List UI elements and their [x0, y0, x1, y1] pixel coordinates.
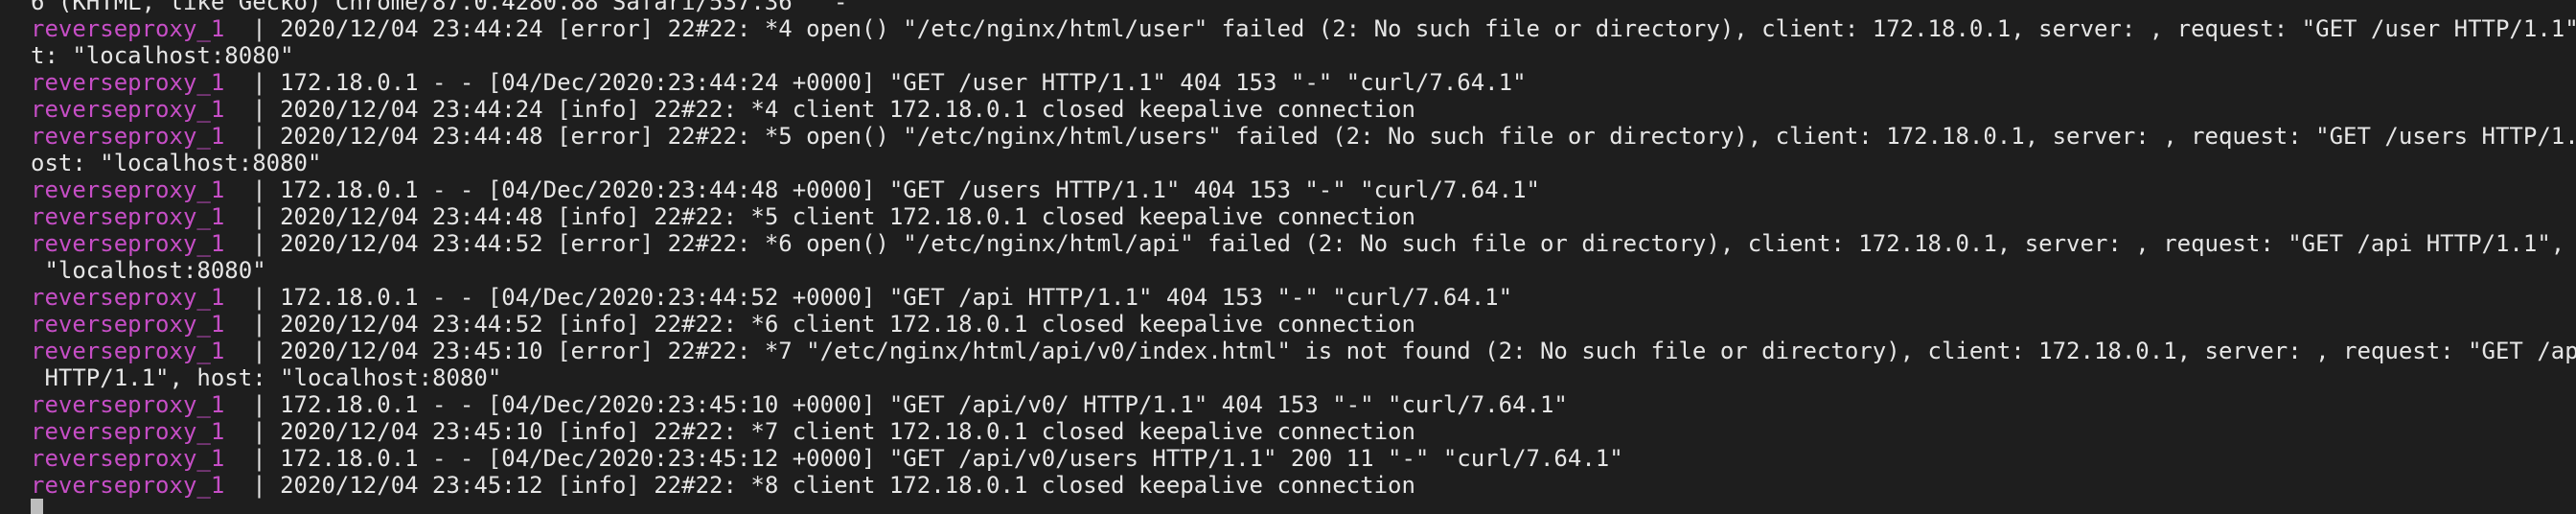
- log-message: "localhost:8080": [31, 257, 266, 284]
- log-output: 6 (KHTML, like Gecko) Chrome/87.0.4280.8…: [31, 0, 2576, 514]
- log-separator: |: [224, 311, 281, 338]
- log-message: 2020/12/04 23:45:10 [error] 22#22: *7 "/…: [280, 338, 2576, 364]
- log-line: reverseproxy_1 | 172.18.0.1 - - [04/Dec/…: [31, 176, 2576, 203]
- service-name: reverseproxy_1: [31, 15, 225, 42]
- log-separator: |: [224, 230, 281, 257]
- service-name: reverseproxy_1: [31, 96, 225, 123]
- log-line: reverseproxy_1 | 2020/12/04 23:44:24 [in…: [31, 96, 2576, 123]
- service-name: reverseproxy_1: [31, 176, 225, 203]
- log-line: "localhost:8080": [31, 257, 2576, 284]
- service-name: reverseproxy_1: [31, 284, 225, 311]
- log-line: reverseproxy_1 | 2020/12/04 23:44:52 [er…: [31, 230, 2576, 257]
- log-message: 2020/12/04 23:44:48 [info] 22#22: *5 cli…: [280, 203, 1415, 230]
- service-name: reverseproxy_1: [31, 69, 225, 96]
- log-line: reverseproxy_1 | 2020/12/04 23:45:12 [in…: [31, 472, 2576, 499]
- log-line: reverseproxy_1 | 2020/12/04 23:44:24 [er…: [31, 15, 2576, 42]
- log-separator: |: [224, 123, 281, 150]
- log-message: 2020/12/04 23:44:48 [error] 22#22: *5 op…: [280, 123, 2576, 150]
- log-line: t: "localhost:8080": [31, 42, 2576, 69]
- log-separator: |: [224, 176, 281, 203]
- log-message: 172.18.0.1 - - [04/Dec/2020:23:45:10 +00…: [280, 391, 1568, 418]
- log-separator: |: [224, 15, 281, 42]
- log-separator: |: [224, 96, 281, 123]
- log-line: reverseproxy_1 | 2020/12/04 23:44:48 [in…: [31, 203, 2576, 230]
- log-line: reverseproxy_1 | 172.18.0.1 - - [04/Dec/…: [31, 391, 2576, 418]
- log-message: 2020/12/04 23:44:52 [info] 22#22: *6 cli…: [280, 311, 1415, 338]
- log-separator: |: [224, 69, 281, 96]
- log-separator: |: [224, 203, 281, 230]
- service-name: reverseproxy_1: [31, 230, 225, 257]
- log-message: t: "localhost:8080": [31, 42, 294, 69]
- log-line: reverseproxy_1 | 172.18.0.1 - - [04/Dec/…: [31, 445, 2576, 472]
- service-name: reverseproxy_1: [31, 445, 225, 472]
- log-line: reverseproxy_1 | 2020/12/04 23:45:10 [er…: [31, 338, 2576, 364]
- service-name: reverseproxy_1: [31, 123, 225, 150]
- log-separator: |: [224, 284, 281, 311]
- log-message: 2020/12/04 23:45:12 [info] 22#22: *8 cli…: [280, 472, 1415, 499]
- log-message: 172.18.0.1 - - [04/Dec/2020:23:44:52 +00…: [280, 284, 1513, 311]
- log-line: reverseproxy_1 | 2020/12/04 23:45:10 [in…: [31, 418, 2576, 445]
- log-message: 6 (KHTML, like Gecko) Chrome/87.0.4280.8…: [31, 0, 862, 15]
- log-message: 2020/12/04 23:44:24 [info] 22#22: *4 cli…: [280, 96, 1415, 123]
- log-message: 2020/12/04 23:45:10 [info] 22#22: *7 cli…: [280, 418, 1415, 445]
- service-name: reverseproxy_1: [31, 391, 225, 418]
- service-name: reverseproxy_1: [31, 418, 225, 445]
- log-line: reverseproxy_1 | 2020/12/04 23:44:52 [in…: [31, 311, 2576, 338]
- log-separator: |: [224, 391, 281, 418]
- log-message: 172.18.0.1 - - [04/Dec/2020:23:45:12 +00…: [280, 445, 1623, 472]
- log-line: reverseproxy_1 | 172.18.0.1 - - [04/Dec/…: [31, 69, 2576, 96]
- service-name: reverseproxy_1: [31, 472, 225, 499]
- log-separator: |: [224, 445, 281, 472]
- log-message: 2020/12/04 23:44:24 [error] 22#22: *4 op…: [280, 15, 2576, 42]
- service-name: reverseproxy_1: [31, 203, 225, 230]
- log-line: 6 (KHTML, like Gecko) Chrome/87.0.4280.8…: [31, 0, 2576, 15]
- log-line: reverseproxy_1 | 2020/12/04 23:44:48 [er…: [31, 123, 2576, 150]
- log-message: HTTP/1.1", host: "localhost:8080": [31, 364, 502, 391]
- log-separator: |: [224, 338, 281, 364]
- log-line: HTTP/1.1", host: "localhost:8080": [31, 364, 2576, 391]
- service-name: reverseproxy_1: [31, 338, 225, 364]
- log-separator: |: [224, 472, 281, 499]
- log-message: 172.18.0.1 - - [04/Dec/2020:23:44:24 +00…: [280, 69, 1527, 96]
- log-message: ost: "localhost:8080": [31, 150, 322, 176]
- log-line: ost: "localhost:8080": [31, 150, 2576, 176]
- terminal-window[interactable]: 6 (KHTML, like Gecko) Chrome/87.0.4280.8…: [0, 0, 2576, 514]
- log-message: 172.18.0.1 - - [04/Dec/2020:23:44:48 +00…: [280, 176, 1540, 203]
- prompt-line[interactable]: [31, 499, 2576, 514]
- text-cursor: [31, 499, 43, 514]
- log-line: reverseproxy_1 | 172.18.0.1 - - [04/Dec/…: [31, 284, 2576, 311]
- service-name: reverseproxy_1: [31, 311, 225, 338]
- log-message: 2020/12/04 23:44:52 [error] 22#22: *6 op…: [280, 230, 2576, 257]
- log-separator: |: [224, 418, 281, 445]
